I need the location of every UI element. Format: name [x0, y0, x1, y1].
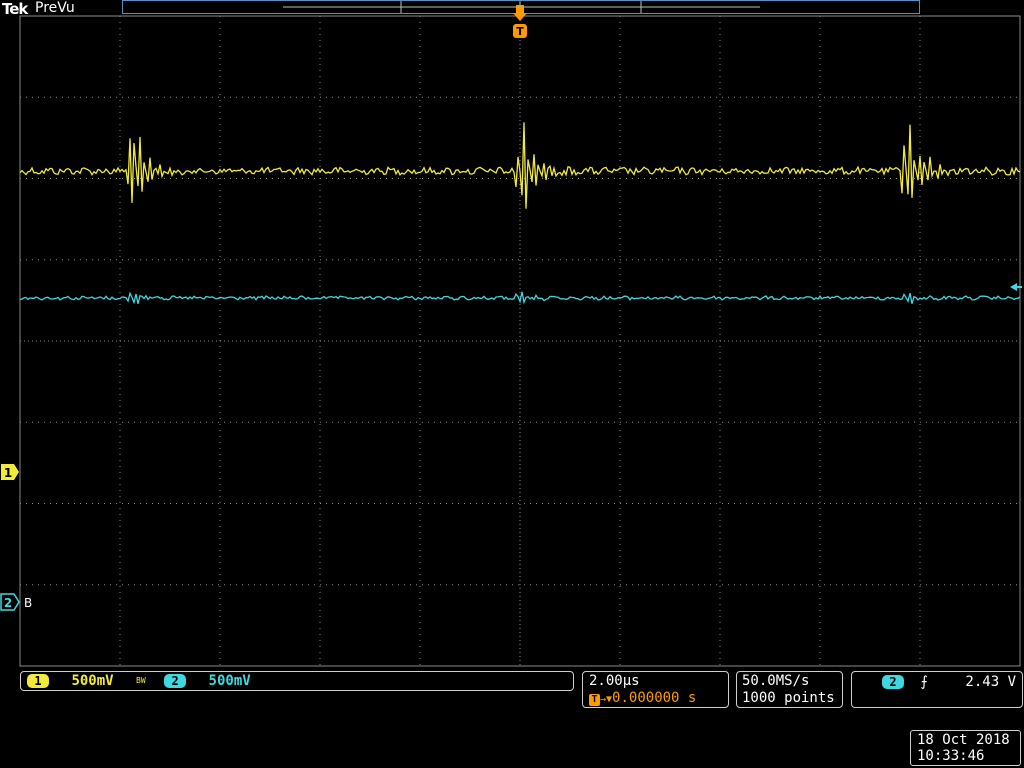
- date-text: 18 Oct 2018: [917, 732, 1010, 748]
- channel-2-bandwidth-label: B: [24, 596, 32, 610]
- timebase-scale[interactable]: 2.00µs: [589, 673, 728, 690]
- channel-2-marker-label: 2: [4, 596, 12, 610]
- delay-arrow-icon: →▼: [600, 694, 613, 705]
- channel-1-badge[interactable]: 1: [27, 674, 49, 688]
- channel-2-trace: [19, 291, 1021, 305]
- channel-2-ground-marker[interactable]: 2 B: [0, 593, 32, 611]
- channel-1-marker-label: 1: [4, 466, 12, 480]
- horizontal-readout-panel[interactable]: 2.00µs T →▼0.000000 s: [582, 671, 729, 708]
- trigger-level[interactable]: 2.43 V: [965, 673, 1016, 691]
- waveform-display[interactable]: T 1 2 B: [0, 0, 1024, 768]
- trigger-position-marker[interactable]: T: [513, 5, 527, 38]
- datetime-panel[interactable]: 18 Oct 2018 10:33:46: [910, 730, 1021, 766]
- channel-2-badge[interactable]: 2: [164, 674, 187, 688]
- channel-1-trace: [19, 122, 1021, 209]
- channel-1-ground-marker[interactable]: 1: [1, 464, 19, 480]
- time-text: 10:33:46: [917, 748, 985, 764]
- rising-edge-icon: ⨍: [920, 674, 928, 690]
- channel-2-scale[interactable]: 500mV: [209, 673, 251, 689]
- record-length: 1000 points: [742, 690, 835, 706]
- trigger-delay: 0.000000 s: [612, 690, 697, 706]
- trigger-icon: T: [589, 694, 600, 706]
- bandwidth-limit-icon: BW: [136, 676, 146, 685]
- trigger-delay-row[interactable]: T →▼0.000000 s: [589, 690, 728, 708]
- vertical-readout-panel[interactable]: 1 500mV BW 2 500mV: [20, 671, 574, 691]
- graticule: [19, 15, 1021, 667]
- channel-1-scale[interactable]: 500mV: [71, 673, 113, 689]
- trigger-readout-panel[interactable]: 2 ⨍ 2.43 V: [851, 671, 1023, 708]
- trigger-source-badge[interactable]: 2: [882, 675, 904, 689]
- acquisition-readout-panel[interactable]: 50.0MS/s 1000 points: [736, 671, 843, 708]
- sample-rate: 50.0MS/s: [742, 673, 810, 689]
- trigger-badge-label: T: [516, 25, 524, 38]
